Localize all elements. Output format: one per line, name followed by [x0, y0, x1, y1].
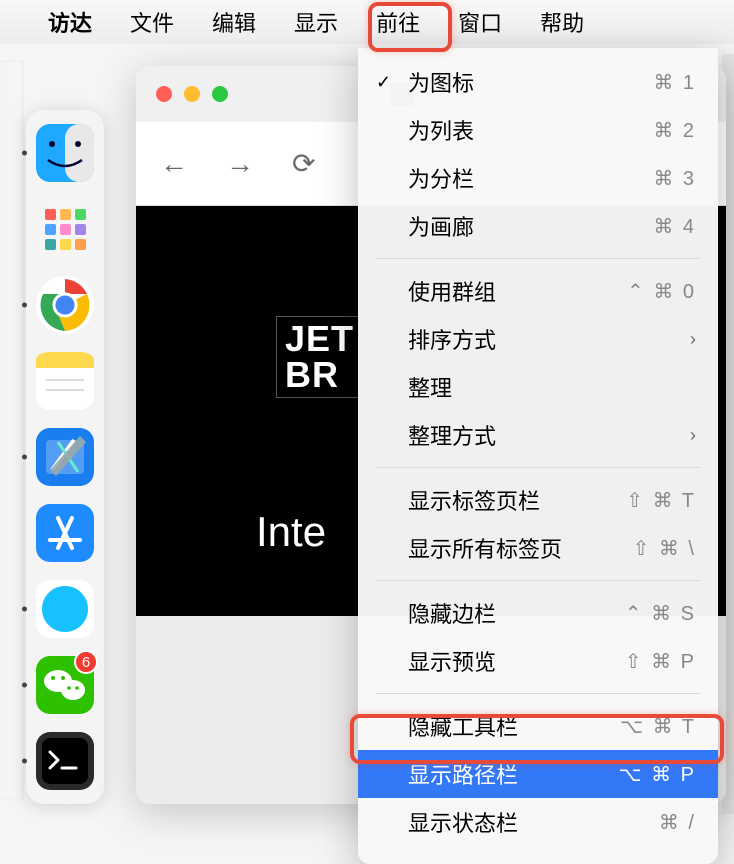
back-button[interactable]: ←	[160, 148, 188, 180]
background-window-edge	[0, 60, 24, 800]
dock-chrome-icon[interactable]	[36, 276, 94, 334]
dock-terminal-icon[interactable]	[36, 732, 94, 790]
menu-separator	[376, 580, 700, 581]
menu-separator	[376, 693, 700, 694]
view-menu-dropdown: ✓ 为图标 ⌘ 1 为列表 ⌘ 2 为分栏 ⌘ 3 为画廊 ⌘ 4 使用群组 ⌃…	[358, 48, 718, 864]
minimize-button[interactable]	[184, 86, 200, 102]
dock-xcode-icon[interactable]	[36, 428, 94, 486]
maximize-button[interactable]	[212, 86, 228, 102]
logo-line2: BR	[285, 357, 354, 393]
menu-show-status-bar[interactable]: 显示状态栏 ⌘ /	[358, 798, 718, 846]
menu-help[interactable]: 帮助	[522, 2, 602, 42]
menu-as-icons[interactable]: ✓ 为图标 ⌘ 1	[358, 58, 718, 106]
menu-as-columns[interactable]: 为分栏 ⌘ 3	[358, 154, 718, 202]
dock-launchpad-icon[interactable]	[36, 200, 94, 258]
close-button[interactable]	[156, 86, 172, 102]
menu-show-all-tabs[interactable]: 显示所有标签页 ⇧ ⌘ \	[358, 524, 718, 572]
jetbrains-logo: JET BR	[276, 316, 363, 398]
running-indicator	[22, 151, 27, 156]
menu-separator	[376, 258, 700, 259]
reload-button[interactable]: ⟳	[292, 147, 315, 180]
menu-edit[interactable]: 编辑	[194, 2, 274, 42]
running-indicator	[22, 683, 27, 688]
wechat-badge: 6	[74, 650, 98, 674]
submenu-arrow-icon: ›	[690, 425, 696, 446]
logo-line1: JET	[285, 321, 354, 357]
dock-finder-icon[interactable]	[36, 124, 94, 182]
running-indicator	[22, 607, 27, 612]
menu-hide-sidebar[interactable]: 隐藏边栏 ⌃ ⌘ S	[358, 589, 718, 637]
dock-wechat-icon[interactable]: 6	[36, 656, 94, 714]
checkmark-icon: ✓	[376, 72, 391, 93]
menu-hide-toolbar[interactable]: 隐藏工具栏 ⌥ ⌘ T	[358, 702, 718, 750]
menu-show-tab-bar[interactable]: 显示标签页栏 ⇧ ⌘ T	[358, 476, 718, 524]
menu-sort-by[interactable]: 排序方式 ›	[358, 315, 718, 363]
submenu-arrow-icon: ›	[690, 329, 696, 350]
forward-button[interactable]: →	[226, 148, 254, 180]
menu-window[interactable]: 窗口	[440, 2, 520, 42]
menu-as-gallery[interactable]: 为画廊 ⌘ 4	[358, 202, 718, 250]
running-indicator	[22, 759, 27, 764]
dock-safari-icon[interactable]	[36, 580, 94, 638]
menu-view[interactable]: 显示	[276, 2, 356, 42]
menu-clean-up-by[interactable]: 整理方式 ›	[358, 411, 718, 459]
menu-separator	[376, 467, 700, 468]
dock-appstore-icon[interactable]	[36, 504, 94, 562]
menu-show-preview[interactable]: 显示预览 ⇧ ⌘ P	[358, 637, 718, 685]
menu-show-path-bar[interactable]: 显示路径栏 ⌥ ⌘ P	[358, 750, 718, 798]
dock: 6	[26, 110, 104, 804]
heading-text: Inte	[256, 508, 326, 555]
menu-clean-up[interactable]: 整理	[358, 363, 718, 411]
system-menubar: 访达 文件 编辑 显示 前往 窗口 帮助	[0, 0, 734, 44]
menu-go[interactable]: 前往	[358, 2, 438, 42]
menu-file[interactable]: 文件	[112, 2, 192, 42]
running-indicator	[22, 303, 27, 308]
menu-as-list[interactable]: 为列表 ⌘ 2	[358, 106, 718, 154]
running-indicator	[22, 455, 27, 460]
menu-use-groups[interactable]: 使用群组 ⌃ ⌘ 0	[358, 267, 718, 315]
dock-notes-icon[interactable]	[36, 352, 94, 410]
menu-finder[interactable]: 访达	[30, 2, 110, 42]
